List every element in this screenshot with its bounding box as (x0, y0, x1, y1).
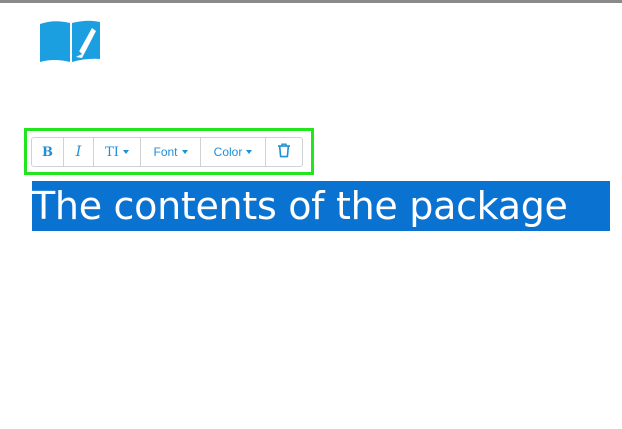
selected-text-block[interactable]: The contents of the package (32, 181, 610, 231)
bold-icon: B (42, 144, 53, 160)
page: B I TI Font Color The contents of the pa… (0, 0, 622, 429)
bold-button[interactable]: B (32, 138, 64, 166)
color-dropdown-label: Color (213, 145, 243, 159)
italic-icon: I (75, 144, 82, 160)
font-dropdown-label: Font (153, 145, 178, 159)
top-border (0, 0, 622, 3)
font-dropdown[interactable]: Font (141, 138, 201, 166)
chevron-down-icon (246, 150, 253, 154)
book-pencil-icon (38, 18, 104, 64)
delete-button[interactable] (266, 138, 302, 166)
text-size-dropdown[interactable]: TI (94, 138, 141, 166)
text-format-toolbar: B I TI Font Color (31, 137, 303, 167)
trash-icon (277, 143, 291, 161)
chevron-down-icon (122, 150, 129, 154)
color-dropdown[interactable]: Color (201, 138, 266, 166)
italic-button[interactable]: I (64, 138, 94, 166)
chevron-down-icon (181, 150, 188, 154)
text-size-icon: TI (105, 144, 119, 160)
